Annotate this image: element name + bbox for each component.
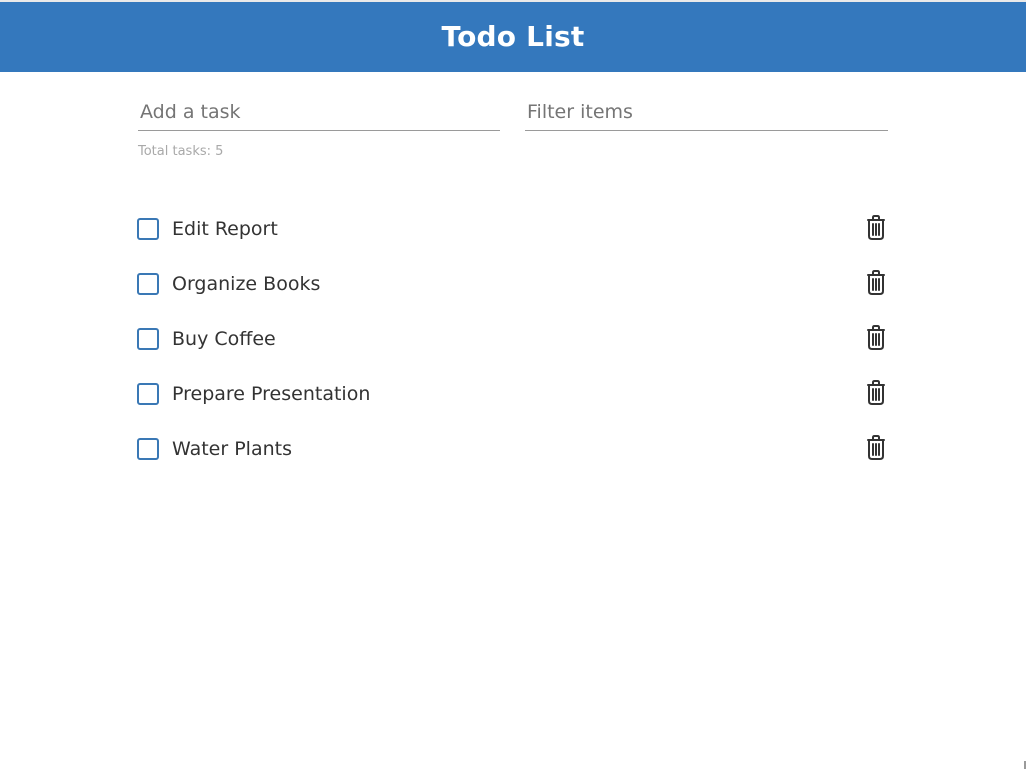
todo-checkbox[interactable] (137, 437, 159, 460)
todo-list: Edit Report Organize Books Buy Coffee Pr… (137, 201, 889, 476)
trash-icon (865, 379, 887, 408)
delete-task-button[interactable] (863, 434, 889, 463)
trash-icon (865, 434, 887, 463)
todo-label: Buy Coffee (172, 327, 276, 350)
todo-item: Prepare Presentation (137, 366, 889, 421)
todo-label: Organize Books (172, 272, 321, 295)
todo-label: Prepare Presentation (172, 382, 371, 405)
todo-item: Edit Report (137, 201, 889, 256)
trash-icon (865, 269, 887, 298)
todo-label: Edit Report (172, 217, 278, 240)
todo-checkbox[interactable] (137, 272, 159, 295)
filter-items-input[interactable] (525, 97, 888, 131)
todo-checkbox[interactable] (137, 382, 159, 405)
app-header: Todo List (0, 2, 1026, 72)
todo-label: Water Plants (172, 437, 292, 460)
todo-item: Buy Coffee (137, 311, 889, 366)
delete-task-button[interactable] (863, 214, 889, 243)
delete-task-button[interactable] (863, 379, 889, 408)
total-tasks-label: Total tasks: 5 (138, 144, 224, 159)
todo-item: Organize Books (137, 256, 889, 311)
delete-task-button[interactable] (863, 324, 889, 353)
todo-checkbox[interactable] (137, 327, 159, 350)
todo-checkbox[interactable] (137, 217, 159, 240)
trash-icon (865, 324, 887, 353)
delete-task-button[interactable] (863, 269, 889, 298)
todo-item: Water Plants (137, 421, 889, 476)
trash-icon (865, 214, 887, 243)
page-title: Todo List (441, 19, 585, 53)
add-task-input[interactable] (138, 97, 500, 131)
